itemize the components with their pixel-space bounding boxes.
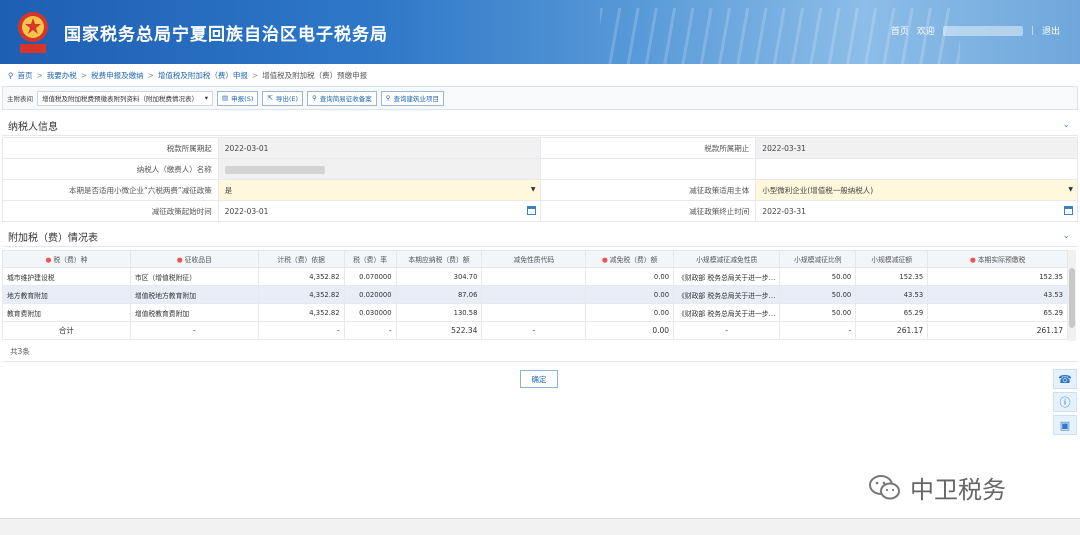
breadcrumb: ⚲ 首页 > 我要办税 > 税费申报及缴纳 > 增值税及附加税（费）申报 > 增… xyxy=(8,70,368,81)
breadcrumb-current: 增值税及附加税（费）预缴申报 xyxy=(262,70,368,80)
divider xyxy=(2,361,1078,362)
watermark-text: 中卫税务 xyxy=(910,476,1006,504)
table-row[interactable]: 城市维护建设税 市区（增值税附征） 4,352.82 0.070000 304.… xyxy=(2,267,1068,286)
breadcrumb-item[interactable]: 我要办税 xyxy=(47,70,77,81)
logout-link[interactable]: 退出 xyxy=(1042,24,1060,37)
main-table-select[interactable]: 增值税及附加税费预缴表附列资料（附加税费情况表） ▾ xyxy=(37,90,213,106)
export-icon: ⇱ xyxy=(267,94,273,102)
save-icon: ▤ xyxy=(222,94,229,102)
main-table-value: 增值税及附加税费预缴表附列资料（附加税费情况表） xyxy=(42,95,198,103)
site-title: 国家税务总局宁夏回族自治区电子税务局 xyxy=(64,25,388,45)
period-end-field: 2022-03-31 xyxy=(755,137,1078,159)
taxpayer-name-label: 纳税人（缴费人）名称 xyxy=(2,158,219,180)
policy-start-label: 减征政策起始时间 xyxy=(2,200,219,222)
declare-button[interactable]: ▤ 申报(S) xyxy=(217,90,259,106)
toolbar: 主附表间 增值税及附加税费预缴表附列资料（附加税费情况表） ▾ ▤ 申报(S) … xyxy=(2,86,1078,110)
period-end-label: 税款所属期止 xyxy=(539,137,757,159)
policy-label: 本期是否适用小微企业“六税两费”减征政策 xyxy=(2,179,219,201)
breadcrumb-item[interactable]: 税费申报及缴纳 xyxy=(91,70,144,81)
table-row[interactable]: 教育费附加 增值税教育费附加 4,352.82 0.030000 130.58 … xyxy=(2,303,1068,322)
query-simple-button[interactable]: ⚲ 查询简易征收备案 xyxy=(307,90,377,106)
taxpayer-section-title[interactable]: 纳税人信息 ⌄ xyxy=(2,116,1078,136)
table-scrollbar[interactable] xyxy=(1068,250,1076,341)
table-header-row: ● 税（费）种 ● 征收品目 计税（费）依据 税（费）率 本期应纳税（费）额 减免性… xyxy=(2,250,1068,268)
taxpayer-name-field xyxy=(217,158,541,180)
column-header: ● 征收品目 xyxy=(129,250,259,268)
query-project-button[interactable]: ⚲ 查询建筑业项目 xyxy=(380,90,445,106)
policy-start-date-field[interactable]: 2022-03-01 xyxy=(217,200,541,222)
column-header: ● 税（费）种 xyxy=(2,250,131,268)
period-start-label: 税款所属期起 xyxy=(2,137,219,159)
confirm-button[interactable]: 确定 xyxy=(520,370,558,388)
table-total-row: 合计 - - - 522.34 - 0.00 - - 261.17 261.17 xyxy=(2,321,1068,340)
location-pin-icon: ⚲ xyxy=(8,70,14,80)
alert-icon[interactable]: ⓘ xyxy=(1053,392,1077,412)
scrollbar-thumb[interactable] xyxy=(1069,268,1075,328)
caret-down-icon: ▼ xyxy=(530,186,536,193)
taxpayer-info-form: 税款所属期起 2022-03-01 税款所属期止 2022-03-31 纳税人（… xyxy=(2,137,1078,222)
policy-select[interactable]: 是 ▼ xyxy=(217,179,541,201)
column-header: 计税（费）依据 xyxy=(257,250,345,268)
separator: | xyxy=(1030,25,1034,36)
column-header: ● 减免税（费）额 xyxy=(585,250,675,268)
chevron-down-icon[interactable]: ⌄ xyxy=(1062,120,1070,130)
export-button[interactable]: ⇱ 导出(E) xyxy=(262,90,303,106)
watermark: 中卫税务 xyxy=(868,470,1006,505)
message-icon[interactable]: ▣ xyxy=(1053,415,1077,435)
tax-emblem-icon xyxy=(18,12,48,53)
table-row[interactable]: 地方教育附加 增值税地方教育附加 4,352.82 0.020000 87.06… xyxy=(2,285,1068,304)
wechat-icon xyxy=(869,474,900,499)
page-footer xyxy=(0,518,1080,535)
chevron-down-icon[interactable]: ⌄ xyxy=(1062,231,1070,241)
calendar-icon[interactable] xyxy=(526,206,536,215)
period-start-field: 2022-03-01 xyxy=(217,137,541,159)
breadcrumb-home[interactable]: 首页 xyxy=(18,70,33,81)
subject-label: 减征政策适用主体 xyxy=(539,179,757,201)
breadcrumb-item[interactable]: 增值税及附加税（费）申报 xyxy=(158,70,248,81)
calendar-icon[interactable] xyxy=(1064,206,1073,215)
header-user-area: 首页 欢迎 | 退出 xyxy=(891,24,1060,37)
subject-select[interactable]: 小型微利企业(增值税一般纳税人) ▼ xyxy=(755,179,1078,201)
search-icon: ⚲ xyxy=(312,94,317,102)
masked-name xyxy=(224,165,325,174)
record-count: 共3条 xyxy=(10,347,30,356)
user-name-masked xyxy=(942,25,1023,36)
caret-down-icon: ▾ xyxy=(204,94,208,102)
caret-down-icon: ▼ xyxy=(1068,186,1073,193)
column-header: ● 本期实际预缴税 xyxy=(927,250,1068,268)
column-header: 小规模减征减免性质 xyxy=(673,250,781,268)
search-icon: ⚲ xyxy=(385,94,391,102)
column-header: 税（费）率 xyxy=(343,250,397,268)
home-link[interactable]: 首页 xyxy=(891,24,909,37)
column-header: 小规模减征额 xyxy=(855,250,929,268)
policy-end-date-field[interactable]: 2022-03-31 xyxy=(755,200,1078,222)
welcome-text: 欢迎 xyxy=(916,27,935,37)
surtax-section-title[interactable]: 附加税（费）情况表 ⌄ xyxy=(2,227,1078,247)
site-header: 国家税务总局宁夏回族自治区电子税务局 首页 欢迎 | 退出 xyxy=(0,0,1080,64)
policy-end-label: 减征政策终止时间 xyxy=(539,200,757,222)
customer-service-icon[interactable]: ☎ xyxy=(1053,369,1077,389)
column-header: 小规模减征比例 xyxy=(779,250,857,268)
column-header: 减免性质代码 xyxy=(481,250,587,268)
surtax-table: ● 税（费）种 ● 征收品目 计税（费）依据 税（费）率 本期应纳税（费）额 减免性… xyxy=(2,250,1068,340)
main-table-label: 主附表间 xyxy=(7,95,33,103)
column-header: 本期应纳税（费）额 xyxy=(395,250,483,268)
